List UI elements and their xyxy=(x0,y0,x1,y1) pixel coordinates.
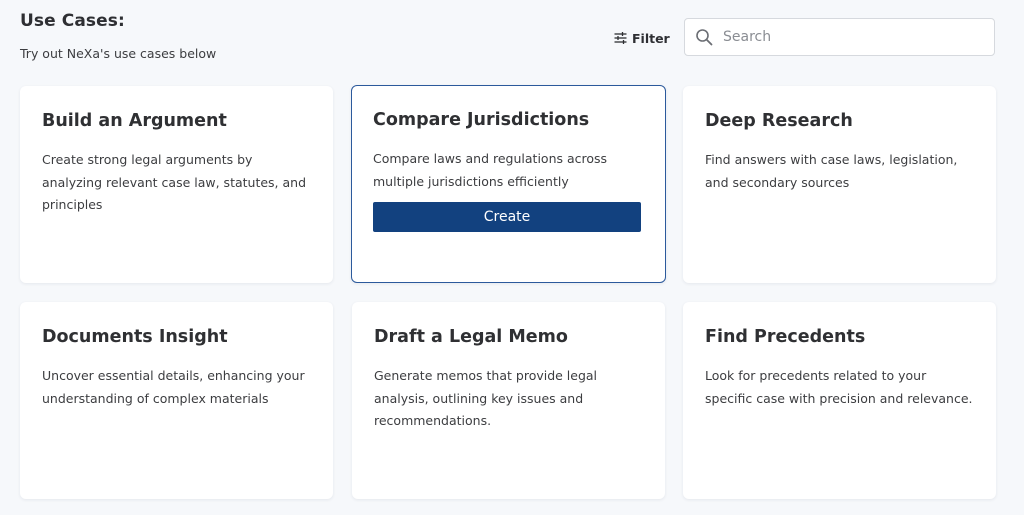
use-cases-page: Use Cases: Try out NeXa's use cases belo… xyxy=(0,0,1024,515)
use-case-card-draft-legal-memo[interactable]: Draft a Legal Memo Generate memos that p… xyxy=(352,302,665,499)
use-case-card-find-precedents[interactable]: Find Precedents Look for precedents rela… xyxy=(683,302,996,499)
search-icon xyxy=(695,28,713,46)
card-description: Create strong legal arguments by analyzi… xyxy=(42,152,307,212)
card-description: Look for precedents related to your spec… xyxy=(705,368,973,406)
card-description: Generate memos that provide legal analys… xyxy=(374,368,598,428)
search-field[interactable] xyxy=(684,18,995,56)
card-description: Uncover essential details, enhancing you… xyxy=(42,368,305,406)
filter-button[interactable]: Filter xyxy=(614,29,670,47)
card-description: Find answers with case laws, legislation… xyxy=(705,152,958,190)
card-title: Find Precedents xyxy=(705,327,866,347)
card-title: Draft a Legal Memo xyxy=(374,327,568,347)
use-case-card-documents-insight[interactable]: Documents Insight Uncover essential deta… xyxy=(20,302,333,499)
card-title: Compare Jurisdictions xyxy=(373,110,590,130)
use-case-card-build-argument[interactable]: Build an Argument Create strong legal ar… xyxy=(20,86,333,283)
card-description: Compare laws and regulations across mult… xyxy=(373,151,608,189)
card-title: Build an Argument xyxy=(42,111,227,131)
use-case-card-compare-jurisdictions[interactable]: Compare Jurisdictions Compare laws and r… xyxy=(351,85,666,283)
page-subtitle: Try out NeXa's use cases below xyxy=(20,46,217,61)
create-button[interactable]: Create xyxy=(373,202,641,232)
filter-label: Filter xyxy=(632,30,670,46)
page-title: Use Cases: xyxy=(20,11,125,31)
sliders-icon xyxy=(614,32,627,44)
use-case-card-deep-research[interactable]: Deep Research Find answers with case law… xyxy=(683,86,996,283)
search-input[interactable] xyxy=(721,28,985,46)
card-title: Deep Research xyxy=(705,111,853,131)
card-title: Documents Insight xyxy=(42,327,228,347)
